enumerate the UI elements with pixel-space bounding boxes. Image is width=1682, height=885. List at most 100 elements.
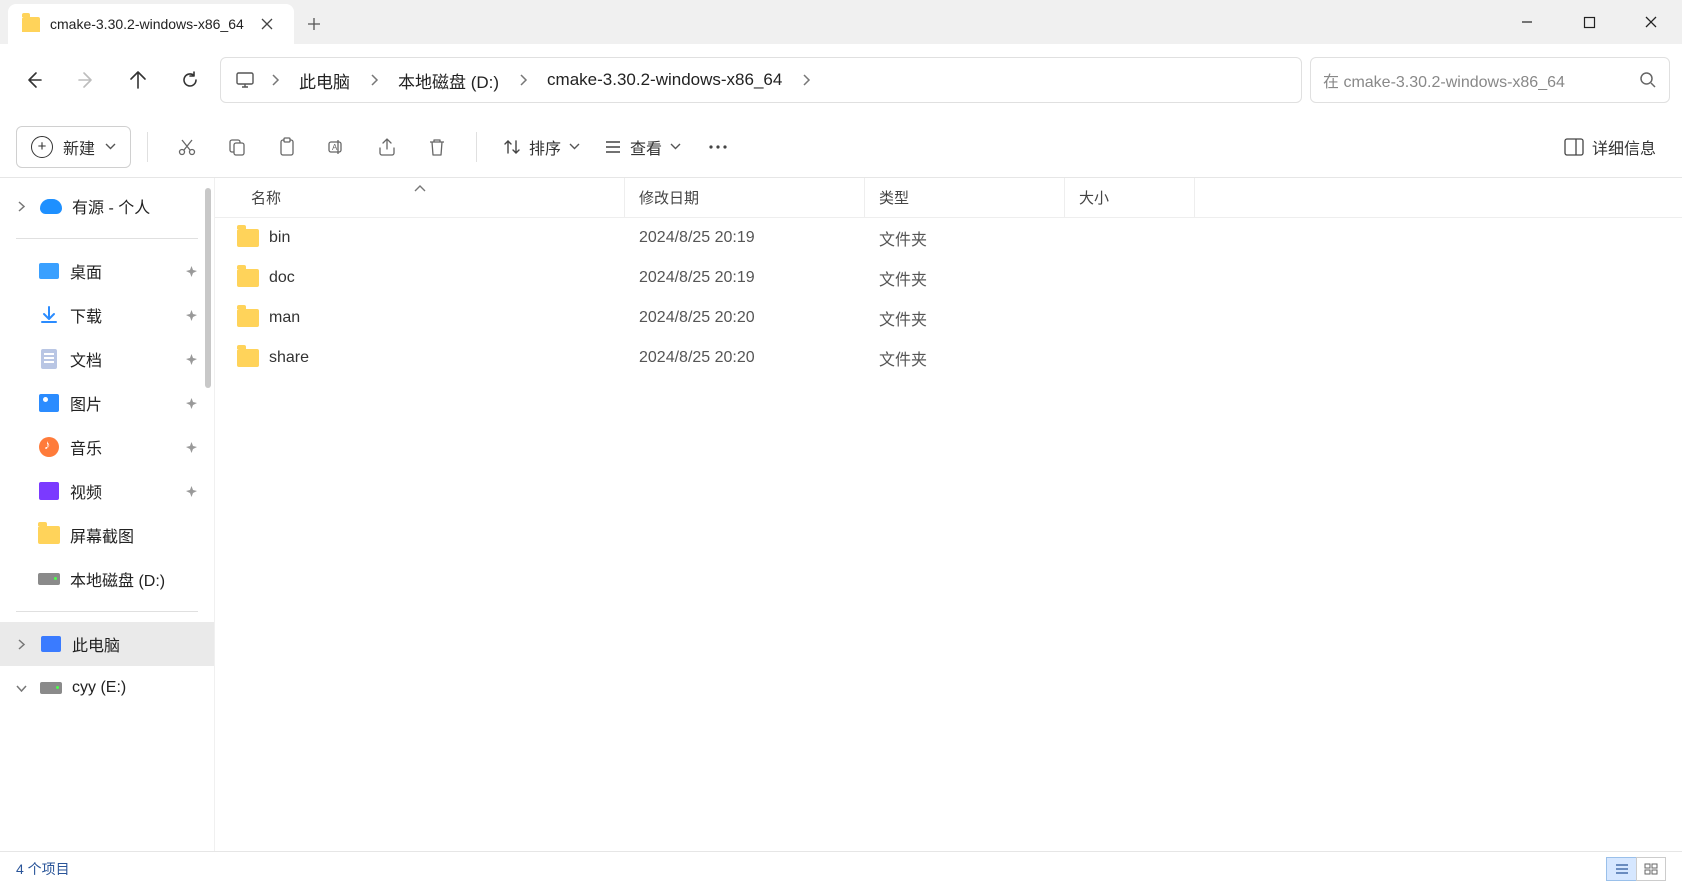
toolbar: + 新建 A 排序 查看 详细信息 [0,116,1682,178]
sidebar: 有源 - 个人 桌面下载文档图片音乐视频屏幕截图本地磁盘 (D:) 此电脑 cy… [0,178,214,851]
sidebar-item-quick[interactable]: 文档 [0,337,214,381]
arrow-left-icon [24,70,44,90]
file-list: 名称 修改日期 类型 大小 bin2024/8/25 20:19文件夹doc20… [214,178,1682,851]
chevron-right-icon[interactable] [364,73,384,87]
folder-icon [237,349,259,367]
drive-icon [38,568,60,590]
new-tab-button[interactable] [294,4,334,44]
column-headers: 名称 修改日期 类型 大小 [215,178,1682,218]
cell-type: 文件夹 [865,226,1065,250]
view-button[interactable]: 查看 [594,126,691,168]
cell-name: bin [215,229,625,247]
refresh-button[interactable] [168,58,212,102]
chevron-right-icon[interactable] [12,635,30,653]
tab-current[interactable]: cmake-3.30.2-windows-x86_64 [8,4,294,44]
sidebar-scrollbar[interactable] [202,178,214,578]
arrow-right-icon [76,70,96,90]
breadcrumb-folder[interactable]: cmake-3.30.2-windows-x86_64 [535,64,794,96]
close-icon [261,18,273,30]
more-button[interactable] [695,126,741,168]
pin-icon [182,397,200,410]
view-label: 查看 [630,135,662,159]
chevron-down-icon[interactable] [12,679,30,697]
folder-icon [22,17,40,32]
cut-button[interactable] [164,126,210,168]
rename-button[interactable]: A [314,126,360,168]
breadcrumb-drive[interactable]: 本地磁盘 (D:) [386,62,511,99]
location-icon-button[interactable] [227,62,263,98]
copy-button[interactable] [214,126,260,168]
table-row[interactable]: bin 2024/8/25 20:19文件夹 [215,218,1682,258]
column-header-date[interactable]: 修改日期 [625,178,865,217]
forward-button[interactable] [64,58,108,102]
sidebar-item-quick[interactable]: 桌面 [0,249,214,293]
sidebar-item-quick[interactable]: 屏幕截图 [0,513,214,557]
scrollbar-thumb[interactable] [205,188,211,388]
desktop-icon [38,260,60,282]
search-placeholder: 在 cmake-3.30.2-windows-x86_64 [1323,68,1631,92]
address-bar[interactable]: 此电脑 本地磁盘 (D:) cmake-3.30.2-windows-x86_6… [220,57,1302,103]
view-icon [604,138,622,156]
maximize-icon [1583,16,1596,29]
search-input[interactable]: 在 cmake-3.30.2-windows-x86_64 [1310,57,1670,103]
chevron-right-icon[interactable] [796,73,816,87]
share-button[interactable] [364,126,410,168]
ellipsis-icon [708,144,728,150]
refresh-icon [180,70,200,90]
maximize-button[interactable] [1558,0,1620,44]
sidebar-item-quick[interactable]: 下载 [0,293,214,337]
chevron-down-icon [670,143,681,150]
cell-type: 文件夹 [865,306,1065,330]
details-pane-button[interactable]: 详细信息 [1554,126,1666,168]
delete-button[interactable] [414,126,460,168]
breadcrumb-pc[interactable]: 此电脑 [287,62,362,99]
file-name: bin [269,229,290,247]
view-icons-button[interactable] [1636,857,1666,881]
view-details-button[interactable] [1606,857,1636,881]
cell-date: 2024/8/25 20:20 [625,309,865,327]
column-header-name[interactable]: 名称 [215,178,625,217]
back-button[interactable] [12,58,56,102]
sidebar-item-quick[interactable]: 图片 [0,381,214,425]
tab-title: cmake-3.30.2-windows-x86_64 [50,16,244,32]
tab-close-button[interactable] [254,11,280,37]
search-icon [1639,71,1657,89]
sidebar-item-onedrive[interactable]: 有源 - 个人 [0,184,214,228]
sidebar-item-quick[interactable]: 本地磁盘 (D:) [0,557,214,601]
folder-icon [237,269,259,287]
column-label: 修改日期 [639,187,699,208]
chevron-right-icon[interactable] [265,73,285,87]
column-label: 类型 [879,187,909,208]
sidebar-item-label: 桌面 [70,259,172,283]
sidebar-item-label: 本地磁盘 (D:) [70,567,200,591]
pin-icon [182,265,200,278]
table-row[interactable]: doc2024/8/25 20:19文件夹 [215,258,1682,298]
sidebar-item-label: 屏幕截图 [70,523,200,547]
cut-icon [177,137,197,157]
window-controls [1496,0,1682,44]
new-button[interactable]: + 新建 [16,126,131,168]
trash-icon [427,137,447,157]
separator [147,132,148,162]
cell-date: 2024/8/25 20:19 [625,229,865,247]
paste-icon [277,137,297,157]
sidebar-item-thispc[interactable]: 此电脑 [0,622,214,666]
grid-icon [1644,863,1658,875]
chevron-right-icon[interactable] [513,73,533,87]
sort-button[interactable]: 排序 [493,126,590,168]
sidebar-item-quick[interactable]: 音乐 [0,425,214,469]
plus-icon [307,17,321,31]
pin-icon [182,441,200,454]
chevron-right-icon[interactable] [12,197,30,215]
column-header-type[interactable]: 类型 [865,178,1065,217]
svg-text:A: A [332,143,338,152]
table-row[interactable]: man2024/8/25 20:20文件夹 [215,298,1682,338]
sidebar-item-cyy-drive[interactable]: cyy (E:) [0,666,214,710]
sidebar-item-quick[interactable]: 视频 [0,469,214,513]
paste-button[interactable] [264,126,310,168]
up-button[interactable] [116,58,160,102]
close-window-button[interactable] [1620,0,1682,44]
minimize-button[interactable] [1496,0,1558,44]
column-header-size[interactable]: 大小 [1065,178,1195,217]
table-row[interactable]: share2024/8/25 20:20文件夹 [215,338,1682,378]
